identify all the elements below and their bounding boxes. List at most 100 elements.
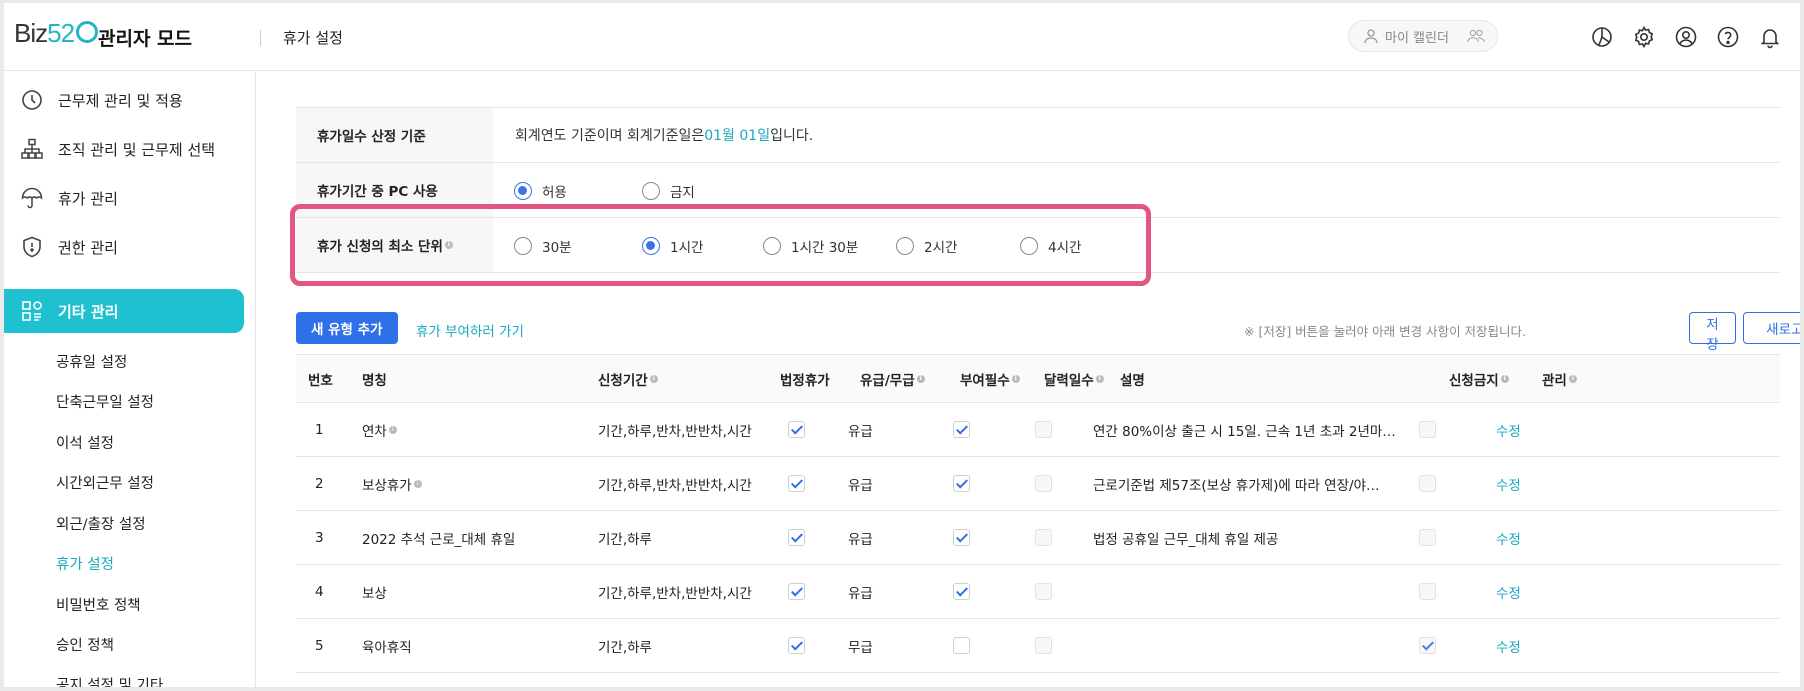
radio-unit-1h[interactable]: 1시간 bbox=[642, 236, 703, 256]
biz52-logo[interactable]: Biz52 bbox=[14, 13, 99, 53]
cell-manage[interactable]: 수정 bbox=[1496, 619, 1521, 672]
cell-blocked[interactable] bbox=[1419, 565, 1436, 618]
blocked-checkbox[interactable] bbox=[1419, 637, 1436, 654]
cell-calendar-days[interactable] bbox=[1035, 565, 1052, 618]
info-icon[interactable]: i bbox=[1500, 374, 1509, 383]
info-icon[interactable]: i bbox=[1568, 374, 1577, 383]
info-icon[interactable]: i bbox=[1011, 374, 1020, 383]
mandatory-checkbox[interactable] bbox=[953, 583, 970, 600]
radio-pc-allow[interactable]: 허용 bbox=[514, 181, 567, 201]
blocked-checkbox[interactable] bbox=[1419, 475, 1436, 492]
submenu-field-trip[interactable]: 외근/출장 설정 bbox=[56, 513, 146, 534]
info-icon[interactable]: i bbox=[1095, 374, 1104, 383]
mandatory-checkbox[interactable] bbox=[953, 529, 970, 546]
cell-calendar-days[interactable] bbox=[1035, 511, 1052, 564]
cell-calendar-days[interactable] bbox=[1035, 619, 1052, 672]
radio-circle[interactable] bbox=[642, 182, 660, 200]
edit-link[interactable]: 수정 bbox=[1496, 474, 1521, 494]
submenu-away[interactable]: 이석 설정 bbox=[56, 432, 114, 453]
pie-chart-icon[interactable] bbox=[1590, 25, 1614, 49]
info-icon[interactable]: i bbox=[413, 479, 422, 488]
cell-manage[interactable]: 수정 bbox=[1496, 457, 1521, 510]
calendar-days-checkbox[interactable] bbox=[1035, 421, 1052, 438]
refresh-button[interactable]: 새로고침 bbox=[1743, 312, 1800, 344]
cell-mandatory[interactable] bbox=[953, 457, 970, 510]
cell-blocked[interactable] bbox=[1419, 457, 1436, 510]
edit-link[interactable]: 수정 bbox=[1496, 420, 1521, 440]
legal-checkbox[interactable] bbox=[788, 421, 805, 438]
legal-checkbox[interactable] bbox=[788, 637, 805, 654]
radio-circle[interactable] bbox=[514, 237, 532, 255]
calendar-days-checkbox[interactable] bbox=[1035, 529, 1052, 546]
help-icon[interactable] bbox=[1716, 25, 1740, 49]
radio-unit-30min[interactable]: 30분 bbox=[514, 236, 572, 256]
sidebar-item-vacation[interactable]: 휴가 관리 bbox=[4, 177, 244, 219]
cell-mandatory[interactable] bbox=[953, 511, 970, 564]
cell-mandatory[interactable] bbox=[953, 565, 970, 618]
edit-link[interactable]: 수정 bbox=[1496, 528, 1521, 548]
cell-calendar-days[interactable] bbox=[1035, 403, 1052, 456]
gear-icon[interactable] bbox=[1632, 25, 1656, 49]
radio-unit-1h30[interactable]: 1시간 30분 bbox=[763, 236, 858, 256]
blocked-checkbox[interactable] bbox=[1419, 421, 1436, 438]
cell-name: 2022 추석 근로_대체 휴일 bbox=[362, 511, 515, 564]
cell-manage[interactable]: 수정 bbox=[1496, 565, 1521, 618]
submenu-approval-policy[interactable]: 승인 정책 bbox=[56, 634, 114, 655]
radio-circle[interactable] bbox=[642, 237, 660, 255]
info-icon[interactable]: i bbox=[649, 374, 658, 383]
radio-pc-deny[interactable]: 금지 bbox=[642, 181, 695, 201]
sidebar-item-organization[interactable]: 조직 관리 및 근무제 선택 bbox=[4, 128, 244, 170]
cell-blocked[interactable] bbox=[1419, 511, 1436, 564]
cell-mandatory[interactable] bbox=[953, 619, 970, 672]
calendar-days-checkbox[interactable] bbox=[1035, 583, 1052, 600]
cell-legal[interactable] bbox=[788, 565, 805, 618]
my-calendar-button[interactable]: 마이 캘린더 bbox=[1348, 20, 1498, 52]
edit-link[interactable]: 수정 bbox=[1496, 582, 1521, 602]
cell-calendar-days[interactable] bbox=[1035, 457, 1052, 510]
cell-legal[interactable] bbox=[788, 619, 805, 672]
submenu-overtime[interactable]: 시간외근무 설정 bbox=[56, 472, 154, 493]
go-grant-link[interactable]: 휴가 부여하러 가기 bbox=[416, 320, 524, 340]
add-type-button[interactable]: 새 유형 추가 bbox=[296, 312, 398, 344]
radio-circle[interactable] bbox=[514, 182, 532, 200]
legal-checkbox[interactable] bbox=[788, 583, 805, 600]
submenu-vacation-settings[interactable]: 휴가 설정 bbox=[56, 553, 114, 574]
cell-legal[interactable] bbox=[788, 403, 805, 456]
cell-legal[interactable] bbox=[788, 457, 805, 510]
legal-checkbox[interactable] bbox=[788, 475, 805, 492]
legal-checkbox[interactable] bbox=[788, 529, 805, 546]
cell-blocked[interactable] bbox=[1419, 403, 1436, 456]
cell-manage[interactable]: 수정 bbox=[1496, 511, 1521, 564]
info-icon[interactable]: i bbox=[388, 425, 397, 434]
bell-icon[interactable] bbox=[1758, 25, 1782, 49]
sidebar-item-etc[interactable]: 기타 관리 bbox=[4, 289, 244, 333]
blocked-checkbox[interactable] bbox=[1419, 529, 1436, 546]
info-icon[interactable]: i bbox=[444, 241, 453, 249]
users-group-icon[interactable] bbox=[1467, 28, 1485, 44]
radio-circle[interactable] bbox=[896, 237, 914, 255]
cell-mandatory[interactable] bbox=[953, 403, 970, 456]
submenu-password-policy[interactable]: 비밀번호 정책 bbox=[56, 594, 141, 615]
edit-link[interactable]: 수정 bbox=[1496, 636, 1521, 656]
blocked-checkbox[interactable] bbox=[1419, 583, 1436, 600]
sidebar-item-permission[interactable]: 권한 관리 bbox=[4, 226, 244, 268]
submenu-short-workday[interactable]: 단축근무일 설정 bbox=[56, 391, 154, 412]
cell-legal[interactable] bbox=[788, 511, 805, 564]
sidebar-item-work-system[interactable]: 근무제 관리 및 적용 bbox=[4, 79, 244, 121]
mandatory-checkbox[interactable] bbox=[953, 637, 970, 654]
radio-circle[interactable] bbox=[763, 237, 781, 255]
cell-manage[interactable]: 수정 bbox=[1496, 403, 1521, 456]
mandatory-checkbox[interactable] bbox=[953, 421, 970, 438]
submenu-holiday[interactable]: 공휴일 설정 bbox=[56, 351, 127, 372]
radio-unit-4h[interactable]: 4시간 bbox=[1020, 236, 1081, 256]
radio-circle[interactable] bbox=[1020, 237, 1038, 255]
account-icon[interactable] bbox=[1674, 25, 1698, 49]
radio-unit-2h[interactable]: 2시간 bbox=[896, 236, 957, 256]
info-icon[interactable]: i bbox=[916, 374, 925, 383]
calendar-days-checkbox[interactable] bbox=[1035, 475, 1052, 492]
calendar-days-checkbox[interactable] bbox=[1035, 637, 1052, 654]
mandatory-checkbox[interactable] bbox=[953, 475, 970, 492]
cell-blocked[interactable] bbox=[1419, 619, 1436, 672]
save-button[interactable]: 저장 bbox=[1689, 312, 1736, 353]
submenu-notice-etc[interactable]: 공지 설정 및 기타 bbox=[56, 674, 163, 687]
